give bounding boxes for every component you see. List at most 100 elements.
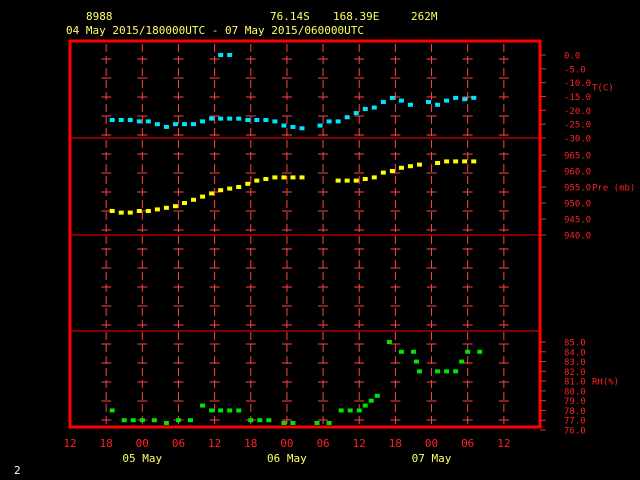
rh-point	[444, 369, 450, 374]
pressure-point	[254, 178, 260, 183]
pressure-point	[335, 178, 341, 183]
pressure-point	[380, 170, 386, 175]
pressure-point	[453, 159, 459, 164]
pressure-point	[200, 194, 206, 199]
y-tick-label: -20.0	[564, 107, 591, 117]
x-tick-label: 00	[136, 437, 149, 450]
rh-point	[326, 421, 332, 425]
rh-point	[465, 349, 471, 354]
rh-point	[453, 369, 459, 374]
temperature-point	[426, 100, 432, 105]
temperature-point	[362, 106, 368, 111]
temperature-point	[453, 95, 459, 100]
rh-point	[139, 418, 145, 423]
pressure-point	[145, 209, 151, 213]
pressure-point	[462, 159, 468, 164]
pressure-point	[435, 161, 441, 165]
rh-point	[281, 421, 287, 425]
y-tick-label: 77.0	[564, 417, 586, 427]
pressure-point	[272, 175, 278, 180]
rh-point	[435, 369, 441, 374]
x-tick-label: 06	[172, 437, 185, 450]
temperature-point	[272, 119, 278, 124]
pressure-point	[362, 177, 368, 181]
temperature-point	[281, 123, 287, 128]
temperature-point	[218, 116, 224, 121]
temperature-point	[353, 111, 359, 116]
temperature-point	[163, 124, 169, 129]
y-tick-label: -5.0	[564, 65, 586, 75]
rh-point	[130, 418, 136, 423]
pressure-axis-label: Pre (mb)	[592, 184, 635, 194]
pressure-point	[136, 209, 142, 213]
y-tick-label: 82.0	[564, 368, 586, 378]
x-tick-label: 12	[353, 437, 366, 450]
rh-point	[477, 349, 483, 354]
temperature-point	[380, 100, 386, 105]
y-tick-label: -30.0	[564, 135, 591, 145]
y-tick-label: -15.0	[564, 93, 591, 103]
pressure-point	[191, 197, 197, 202]
temperature-point	[254, 118, 260, 123]
rh-point	[338, 408, 344, 413]
pressure-point	[218, 188, 224, 193]
rh-point	[459, 359, 465, 364]
pressure-point	[172, 204, 178, 209]
rh-point	[209, 408, 215, 413]
pressure-point	[299, 175, 305, 180]
temperature-point	[389, 95, 395, 100]
rh-point	[218, 408, 224, 413]
x-tick-label: 06	[461, 437, 474, 450]
temperature-point	[462, 97, 468, 102]
rh-point	[175, 418, 181, 423]
y-tick-label: 76.0	[564, 427, 586, 437]
pressure-point	[127, 210, 133, 215]
rh-point	[374, 393, 380, 398]
rh-point	[121, 418, 127, 423]
rh-point	[200, 403, 206, 408]
rh-axis-label: RH(%)	[592, 378, 619, 388]
temperature-point	[245, 118, 251, 123]
y-tick-label: 79.0	[564, 397, 586, 407]
y-tick-label: 940.0	[564, 232, 591, 242]
temperature-point	[145, 119, 151, 124]
y-tick-label: 81.0	[564, 378, 586, 388]
rh-point	[266, 418, 272, 423]
pressure-point	[236, 185, 242, 189]
pressure-point	[389, 169, 395, 173]
rh-point	[314, 421, 320, 425]
pressure-point	[471, 159, 477, 164]
pressure-point	[209, 191, 215, 196]
temperature-point	[471, 95, 477, 100]
temperature-point	[444, 98, 450, 103]
y-tick-label: 85.0	[564, 339, 586, 349]
pressure-point	[163, 205, 169, 210]
y-tick-label: 83.0	[564, 358, 586, 368]
temperature-point	[299, 126, 305, 131]
temperature-point	[335, 119, 341, 124]
rh-point	[257, 418, 263, 423]
temperature-point	[344, 115, 350, 120]
rh-point	[356, 408, 362, 413]
temperature-point	[227, 116, 233, 121]
y-tick-label: 965.0	[564, 152, 591, 162]
x-tick-label: 12	[497, 437, 510, 450]
pressure-point	[281, 175, 287, 180]
temperature-point	[181, 122, 187, 127]
temperature-point	[172, 122, 178, 127]
rh-point	[410, 349, 416, 354]
temperature-point	[435, 102, 441, 107]
y-tick-label: 960.0	[564, 168, 591, 178]
rh-point	[398, 349, 404, 354]
y-tick-label: 0.0	[564, 52, 580, 62]
temperature-point	[317, 123, 323, 128]
rh-point	[236, 408, 242, 413]
pressure-point	[118, 210, 124, 215]
temperature-point	[290, 124, 296, 129]
temperature-point	[227, 53, 233, 57]
y-tick-label: 80.0	[564, 387, 586, 397]
rh-point	[386, 340, 392, 344]
rh-point	[413, 359, 419, 364]
x-tick-label: 06	[316, 437, 329, 450]
temperature-axis-label: T(C)	[592, 83, 614, 93]
